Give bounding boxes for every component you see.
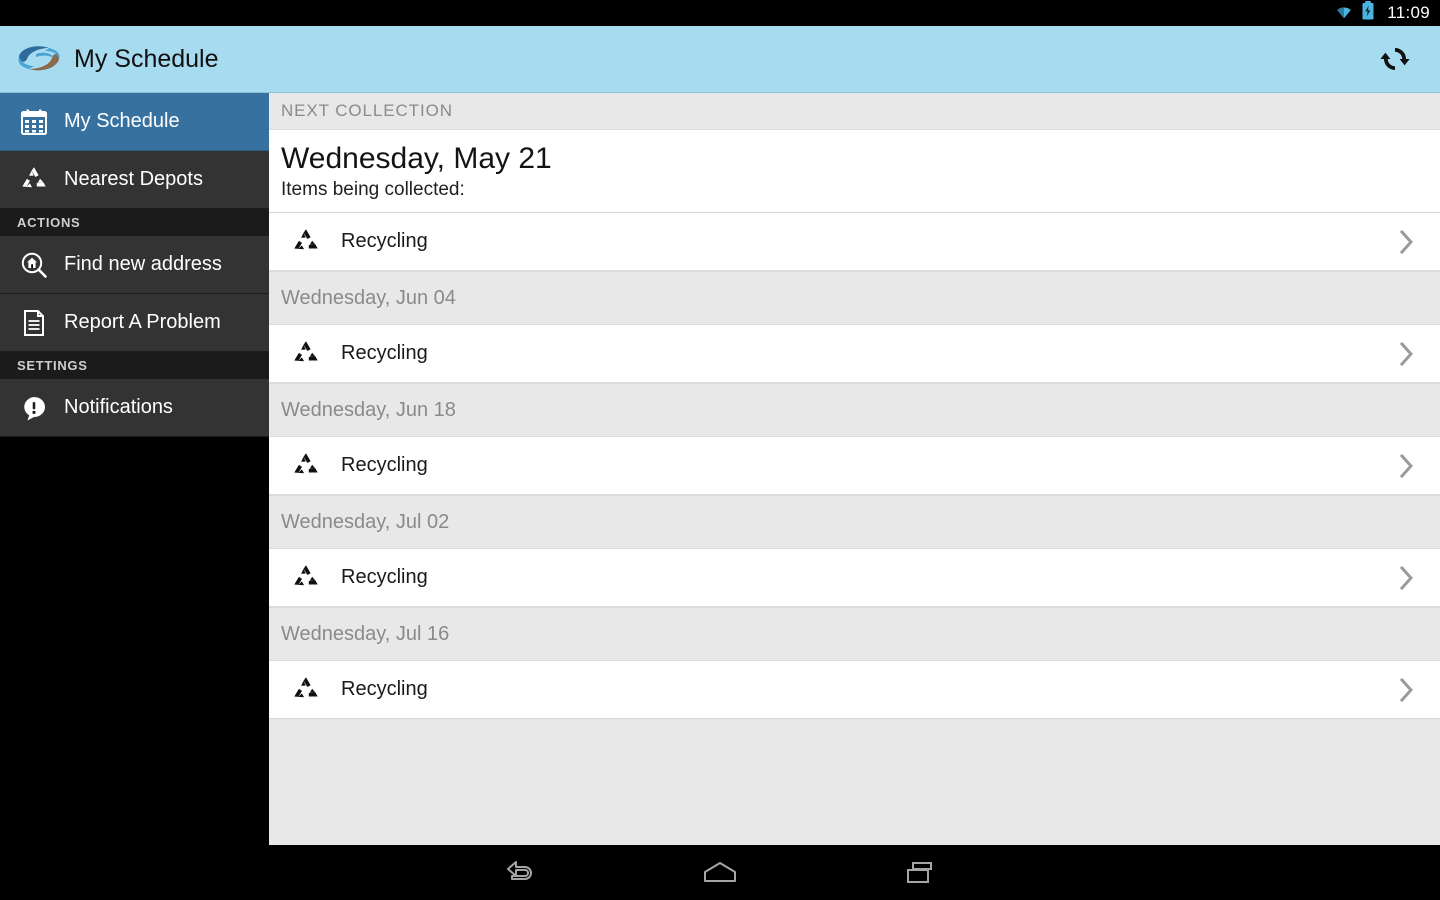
sidebar-section-header-settings: SETTINGS (0, 352, 269, 379)
next-collection-date: Wednesday, May 21 (281, 142, 552, 175)
collection-date-label: Wednesday, Jun 18 (281, 398, 456, 421)
recycling-icon (14, 166, 54, 193)
recycling-icon (289, 564, 323, 591)
chevron-right-icon[interactable] (1396, 341, 1418, 367)
collection-item-label: Recycling (341, 678, 428, 700)
wifi-icon (1333, 2, 1355, 24)
sidebar-navigation: My Schedule Nearest Depots ACTIONS Find … (0, 93, 269, 845)
home-icon[interactable] (692, 851, 748, 895)
calendar-icon (14, 108, 54, 136)
chevron-right-icon[interactable] (1396, 453, 1418, 479)
battery-charging-icon (1362, 1, 1374, 25)
system-navigation-bar (0, 845, 1440, 900)
sidebar-item-report-a-problem[interactable]: Report A Problem (0, 294, 269, 352)
content-area: My Schedule Nearest Depots ACTIONS Find … (0, 93, 1440, 845)
sidebar-section-label: ACTIONS (17, 215, 81, 230)
list-empty-tail (269, 719, 1440, 845)
recent-apps-icon[interactable] (892, 851, 948, 895)
collection-date-label: Wednesday, Jun 04 (281, 286, 456, 309)
refresh-icon[interactable] (1372, 36, 1418, 82)
sidebar-item-label: Report A Problem (64, 311, 221, 333)
speech-bubble-alert-icon (14, 394, 54, 422)
sidebar-section-header-actions: ACTIONS (0, 209, 269, 236)
sidebar-item-my-schedule[interactable]: My Schedule (0, 93, 269, 151)
chevron-right-icon[interactable] (1396, 229, 1418, 255)
next-collection-subtitle: Items being collected: (281, 179, 465, 200)
sidebar-section-label: SETTINGS (17, 358, 88, 373)
table-row[interactable]: Recycling (269, 213, 1440, 271)
next-collection-header-label: NEXT COLLECTION (281, 101, 453, 120)
sidebar-item-label: My Schedule (64, 110, 180, 132)
recycling-icon (289, 676, 323, 703)
collection-item-label: Recycling (341, 342, 428, 364)
table-row[interactable]: Recycling (269, 437, 1440, 495)
collection-date-label: Wednesday, Jul 16 (281, 622, 450, 645)
schedule-list: NEXT COLLECTION Wednesday, May 21 Items … (269, 93, 1440, 845)
table-row[interactable]: Recycling (269, 325, 1440, 383)
next-collection-header: NEXT COLLECTION (269, 93, 1440, 130)
next-collection-block: Wednesday, May 21 Items being collected: (269, 130, 1440, 213)
android-tablet-screen: 11:09 My Schedule My Schedule Nearest De… (0, 0, 1440, 900)
status-icon-group: 11:09 (1333, 1, 1430, 25)
recycling-icon (289, 452, 323, 479)
collection-date-header: Wednesday, Jul 02 (269, 495, 1440, 549)
collection-date-header: Wednesday, Jul 16 (269, 607, 1440, 661)
app-bar: My Schedule (0, 26, 1440, 93)
recycling-icon (289, 228, 323, 255)
sidebar-item-notifications[interactable]: Notifications (0, 379, 269, 437)
collection-item-label: Recycling (341, 566, 428, 588)
sidebar-item-nearest-depots[interactable]: Nearest Depots (0, 151, 269, 209)
collection-item-label: Recycling (341, 454, 428, 476)
app-bar-title: My Schedule (74, 44, 219, 73)
status-clock: 11:09 (1387, 3, 1430, 22)
chevron-right-icon[interactable] (1396, 565, 1418, 591)
collection-date-header: Wednesday, Jun 18 (269, 383, 1440, 437)
table-row[interactable]: Recycling (269, 661, 1440, 719)
sidebar-item-label: Find new address (64, 253, 222, 275)
sidebar-item-label: Notifications (64, 396, 173, 418)
document-icon (14, 309, 54, 337)
app-logo-swirl-icon (16, 42, 62, 76)
home-search-icon (14, 251, 54, 279)
collection-date-header: Wednesday, Jun 04 (269, 271, 1440, 325)
collection-date-label: Wednesday, Jul 02 (281, 510, 450, 533)
recycling-icon (289, 340, 323, 367)
chevron-right-icon[interactable] (1396, 677, 1418, 703)
sidebar-item-label: Nearest Depots (64, 168, 203, 190)
sidebar-item-find-new-address[interactable]: Find new address (0, 236, 269, 294)
back-arrow-icon[interactable] (492, 851, 548, 895)
status-bar: 11:09 (0, 0, 1440, 26)
table-row[interactable]: Recycling (269, 549, 1440, 607)
collection-item-label: Recycling (341, 230, 428, 252)
